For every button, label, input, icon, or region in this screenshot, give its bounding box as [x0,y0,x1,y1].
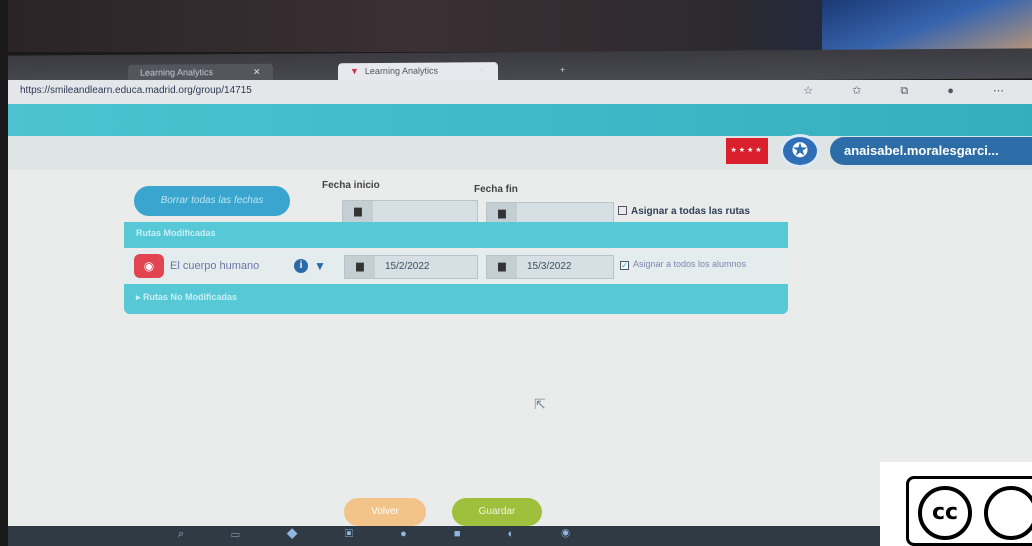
assign-all-routes-label: Asignar a todas las rutas [631,206,750,217]
calendar-icon[interactable]: ▆ [487,256,517,278]
user-name: anaisabel.moralesgarci... [844,143,999,158]
calendar-icon[interactable]: ▆ [343,201,373,223]
route-end-date-value: 15/3/2022 [527,261,572,272]
app-header: ☆ ✩ ⧉ ● ⋯ [8,85,1032,136]
filter-icon[interactable]: ▼ [314,259,326,273]
close-tab-icon[interactable]: ✕ [478,65,486,75]
tab-label: Learning Analytics [140,67,214,78]
start-date-label: Fecha inicio [322,180,380,191]
chevron-right-icon: ▸ [136,292,144,302]
url-text: https://smileandlearn.educa.madrid.org/g… [20,85,252,96]
route-end-date-input[interactable]: ▆ 15/3/2022 [486,255,614,279]
start-date-input[interactable]: ▆ [342,200,478,224]
modified-routes-header: Rutas Modificadas [124,222,788,248]
main-content: Borrar todas las fechas Fecha inicio ▆ F… [8,170,1032,526]
route-row: ◉ El cuerpo humano i ▼ ▆ 15/2/2022 ▆ 15/… [124,250,788,284]
app-favicon-icon: ▼ [350,66,359,77]
plus-icon: + [560,64,566,75]
route-start-date-value: 15/2/2022 [385,261,430,272]
mouse-cursor-icon: ⇱ [534,396,546,412]
app-logo-icon: ✪ [780,134,820,168]
monitor-bezel [0,0,8,546]
unmodified-routes-header[interactable]: ▸ Rutas No Modificadas [124,284,788,314]
close-tab-icon[interactable]: ✕ [253,67,261,77]
by-logo-icon [984,486,1032,540]
taskbar-app-icons[interactable]: ⌕ ▭ ◆ ▣ ● ■ ◐ ◉ [178,528,592,541]
checkbox-icon[interactable] [618,206,627,215]
back-button[interactable]: Volver [344,498,426,526]
info-icon[interactable]: i [294,259,308,273]
creative-commons-badge: cc [880,462,1032,546]
section-label: Rutas No Modificadas [143,292,238,302]
end-date-label: Fecha fin [474,184,518,195]
assign-all-students-checkbox[interactable]: ✓ Asignar a todos los alumnos [620,258,780,270]
section-label: Rutas Modificadas [136,228,216,238]
route-start-date-input[interactable]: ▆ 15/2/2022 [344,255,478,279]
cc-logo-icon: cc [918,486,972,540]
eye-route-icon: ◉ [134,254,164,278]
tab-label: Learning Analytics [364,65,438,77]
new-tab-button[interactable]: + [548,62,577,82]
os-taskbar: ⌕ ▭ ◆ ▣ ● ■ ◐ ◉ [8,526,1032,546]
madrid-flag-icon: ★★★★ [726,138,768,164]
save-button[interactable]: Guardar [452,498,542,526]
photo-background [0,0,1032,52]
checkbox-checked-icon[interactable]: ✓ [620,261,629,270]
assign-all-routes-checkbox[interactable]: Asignar a todas las rutas [618,206,750,217]
user-menu-button[interactable]: anaisabel.moralesgarci... [830,137,1032,165]
assign-all-students-label: Asignar a todos los alumnos [633,259,747,269]
calendar-icon[interactable]: ▆ [345,256,375,278]
browser-toolbar-icons[interactable]: ☆ ✩ ⧉ ● ⋯ [803,84,1022,98]
background-glow [822,0,1032,52]
route-name: El cuerpo humano [170,260,260,272]
clear-dates-button[interactable]: Borrar todas las fechas [134,186,290,216]
